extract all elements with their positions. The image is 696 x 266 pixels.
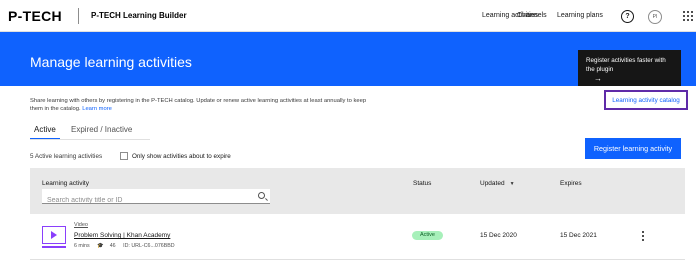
nav-channels[interactable]: Channels — [517, 12, 547, 19]
expiring-filter-checkbox[interactable] — [120, 152, 128, 160]
page-description: Share learning with others by registerin… — [30, 97, 380, 113]
table-header: Learning activity Status Updated ▼ Expire… — [30, 168, 685, 214]
column-header-status: Status — [413, 180, 432, 187]
tab-expired-inactive[interactable]: Expired / Inactive — [71, 125, 132, 138]
activity-duration: 6 mins — [74, 243, 90, 249]
product-name[interactable]: P-TECH Learning Builder — [91, 11, 187, 20]
activity-title-link[interactable]: Problem Solving | Khan Academy — [74, 232, 170, 239]
column-header-updated[interactable]: Updated ▼ — [480, 180, 515, 187]
arrow-right-icon: → — [594, 74, 602, 83]
updated-date: 15 Dec 2020 — [480, 232, 517, 239]
column-header-activity: Learning activity — [42, 180, 89, 187]
column-header-expires: Expires — [560, 180, 582, 187]
video-play-icon — [42, 226, 66, 244]
learners-icon: 🎓 — [97, 243, 104, 249]
plugin-promo-card[interactable]: Register activities faster with the plug… — [578, 50, 681, 86]
status-badge: Active — [412, 231, 443, 240]
avatar[interactable]: PI — [648, 10, 662, 24]
expiring-filter-label[interactable]: Only show activities about to expire — [132, 153, 231, 160]
learners-count: 46 — [109, 243, 116, 249]
activity-id: ID: URL-C6...076BBD — [123, 243, 175, 249]
search-input[interactable] — [42, 193, 270, 208]
tab-divider — [30, 139, 150, 140]
brand-divider — [78, 8, 79, 24]
top-navigation: P-TECH P-TECH Learning Builder Learning … — [0, 0, 696, 32]
search-field — [42, 189, 270, 208]
expires-date: 15 Dec 2021 — [560, 232, 597, 239]
activity-type[interactable]: Video — [74, 222, 88, 228]
description-text: Share learning with others by registerin… — [30, 98, 367, 112]
help-icon[interactable]: ? — [621, 10, 634, 23]
learn-more-link[interactable]: Learn more — [82, 106, 112, 112]
tab-active[interactable]: Active — [30, 125, 60, 140]
table-row[interactable]: Video Problem Solving | Khan Academy 6 m… — [30, 214, 685, 260]
activity-count: 5 Active learning activities — [30, 153, 103, 160]
activity-meta: 6 mins 🎓 46 ID: URL-C6...076BBD — [74, 243, 181, 249]
nav-learning-plans[interactable]: Learning plans — [557, 12, 603, 19]
thumbnail-accent — [42, 246, 66, 248]
page-title: Manage learning activities — [30, 54, 192, 70]
catalog-link[interactable]: Learning activity catalog — [604, 90, 688, 110]
sort-down-icon[interactable]: ▼ — [510, 181, 515, 187]
search-icon[interactable] — [258, 192, 265, 199]
register-activity-button[interactable]: Register learning activity — [585, 138, 681, 159]
column-header-updated-label: Updated — [480, 180, 505, 187]
overflow-menu-icon[interactable] — [640, 231, 646, 241]
promo-text: Register activities faster with the plug… — [586, 57, 666, 73]
apps-grid-icon[interactable] — [683, 11, 693, 21]
brand-logo[interactable]: P-TECH — [8, 8, 62, 24]
